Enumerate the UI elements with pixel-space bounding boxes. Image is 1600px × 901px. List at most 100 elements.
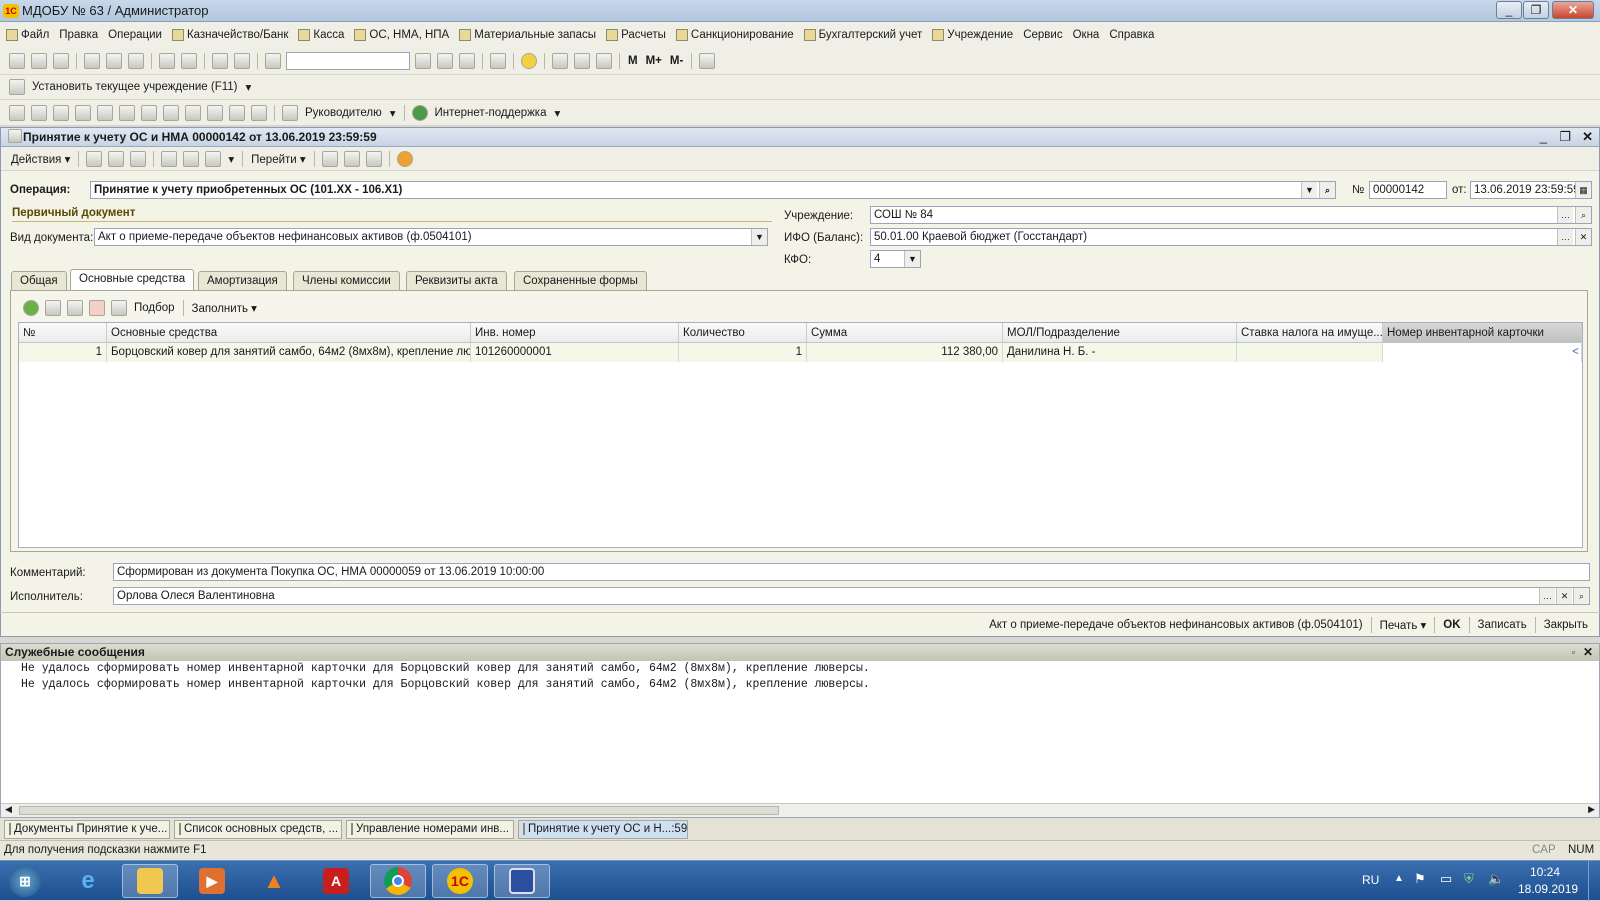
ok-button[interactable]: OK [1443, 619, 1460, 631]
column-header-sum[interactable]: Сумма [807, 323, 1003, 343]
internet-support-button[interactable]: Интернет-поддержка [435, 107, 547, 119]
copy-row-icon[interactable] [45, 300, 61, 316]
report-icon[interactable] [9, 104, 25, 121]
report-icon[interactable] [31, 104, 47, 121]
column-header-tax-rate[interactable]: Ставка налога на имуще... [1237, 323, 1383, 343]
print-doc-icon[interactable] [183, 150, 200, 167]
report-icon[interactable] [207, 104, 223, 121]
report-icon[interactable] [141, 104, 157, 121]
structure-icon[interactable] [161, 150, 178, 167]
ifo-field[interactable]: 50.01.00 Краевой бюджет (Госстандарт) … … [870, 228, 1592, 246]
cell-inventory-number[interactable]: 101260000001 [471, 343, 679, 362]
taskbar-ie[interactable]: e [60, 864, 116, 898]
column-header-inventory-number[interactable]: Инв. номер [471, 323, 679, 343]
menu-treasury[interactable]: Казначейство/Банк [171, 28, 288, 41]
help-icon[interactable] [396, 150, 413, 167]
actions-menu-button[interactable]: Действия ▾ [11, 152, 70, 166]
chevron-down-icon[interactable]: ▾ [246, 80, 252, 94]
clock-date[interactable]: 18.09.2019 [1518, 882, 1578, 896]
cell-quantity[interactable]: 1 [679, 343, 807, 362]
copy-icon[interactable] [106, 52, 122, 69]
menu-file[interactable]: Файл [6, 28, 49, 41]
cut-icon[interactable] [84, 52, 100, 69]
print-preview-icon[interactable] [181, 52, 197, 69]
report-icon[interactable] [229, 104, 245, 121]
column-header-number[interactable]: № [19, 323, 107, 343]
ledger-icon[interactable] [343, 150, 360, 167]
tab-saved-forms[interactable]: Сохраненные формы [514, 271, 647, 290]
operation-dropdown-button[interactable]: ▼ [1301, 182, 1317, 198]
manager-button[interactable]: Руководителю [305, 107, 382, 119]
search-input[interactable] [286, 51, 410, 70]
add-row-icon[interactable] [23, 300, 39, 316]
comment-field[interactable]: Сформирован из документа Покупка ОС, НМА… [113, 563, 1590, 581]
horizontal-scrollbar[interactable]: ◀ ▶ [1, 803, 1599, 817]
save-icon[interactable] [53, 52, 69, 69]
close-button[interactable]: Закрыть [1544, 619, 1588, 631]
document-date-field[interactable]: 13.06.2019 23:59:59 ▦ [1470, 181, 1592, 199]
tab-commission-members[interactable]: Члены комиссии [293, 271, 400, 290]
menu-cash[interactable]: Касса [298, 28, 344, 41]
menu-sanctioning[interactable]: Санкционирование [675, 28, 794, 41]
report-icon[interactable] [53, 104, 69, 121]
act-print-link[interactable]: Акт о приеме-передаче объектов нефинансо… [989, 619, 1363, 631]
scroll-right-icon[interactable]: ▶ [1588, 804, 1595, 815]
find-next-icon[interactable] [437, 52, 453, 69]
pin-icon[interactable]: ▫ [1572, 644, 1575, 661]
tab-fixed-assets[interactable]: Основные средства [70, 269, 195, 291]
edit-row-icon[interactable] [67, 300, 83, 316]
menu-institution[interactable]: Учреждение [932, 28, 1013, 41]
menu-materials[interactable]: Материальные запасы [459, 28, 596, 41]
cell-number[interactable]: 1 [19, 343, 107, 362]
institution-field[interactable]: СОШ № 84 … ⌕ [870, 206, 1592, 224]
memory-m-button[interactable]: M [628, 55, 638, 67]
taskbar-vlc[interactable]: ▲ [246, 864, 302, 898]
menu-fixed-assets[interactable]: ОС, НМА, НПА [354, 28, 449, 41]
find-prev-icon[interactable] [459, 52, 475, 69]
clear-icon[interactable]: ✕ [1575, 229, 1591, 245]
redo-icon[interactable] [234, 52, 250, 69]
taskbar-chrome[interactable] [370, 864, 426, 898]
start-button[interactable]: ⊞ [2, 864, 48, 898]
search-icon[interactable] [265, 52, 281, 69]
action-center-icon[interactable]: ⚑ [1414, 871, 1426, 887]
post-icon[interactable] [86, 150, 103, 167]
cell-inventory-card[interactable]: < [1383, 343, 1582, 362]
based-on-icon[interactable] [205, 150, 222, 167]
tab-general[interactable]: Общая [11, 271, 67, 290]
doc-type-field[interactable]: Акт о приеме-передаче объектов нефинансо… [94, 228, 768, 246]
menu-settlements[interactable]: Расчеты [606, 28, 666, 41]
column-header-quantity[interactable]: Количество [679, 323, 807, 343]
delete-row-icon[interactable] [89, 300, 105, 316]
show-desktop-button[interactable] [1588, 861, 1600, 901]
scrollbar-thumb[interactable] [19, 806, 779, 815]
tab-depreciation[interactable]: Амортизация [198, 271, 287, 290]
save-button[interactable]: Записать [1478, 619, 1527, 631]
print-menu-button[interactable]: Печать ▾ [1380, 618, 1427, 632]
language-indicator[interactable]: RU [1362, 873, 1379, 887]
close-messages-button[interactable]: ✕ [1583, 644, 1593, 661]
info-icon[interactable] [521, 52, 537, 69]
taskbar-media[interactable]: ▶ [184, 864, 240, 898]
taskbar-app[interactable] [494, 864, 550, 898]
menu-accounting[interactable]: Бухгалтерский учет [803, 28, 922, 41]
tools-icon[interactable] [699, 52, 716, 69]
list-icon[interactable] [365, 150, 382, 167]
column-header-inventory-card[interactable]: Номер инвентарной карточки [1383, 323, 1582, 343]
taskbar-1c[interactable]: 1С [432, 864, 488, 898]
taskbar-explorer[interactable] [122, 864, 178, 898]
new-icon[interactable] [9, 52, 25, 69]
window-tab-acceptance[interactable]: Принятие к учету ОС и Н...:59 [518, 819, 688, 839]
select-ellipsis-button[interactable]: … [1539, 588, 1555, 604]
calculator-icon[interactable] [552, 52, 568, 69]
clock-time[interactable]: 10:24 [1530, 865, 1560, 879]
entries-icon[interactable] [321, 150, 338, 167]
menu-help[interactable]: Справка [1109, 29, 1154, 41]
kfo-field[interactable]: 4 ▼ [870, 250, 921, 268]
cell-asset[interactable]: Борцовский ковер для занятий самбо, 64м2… [107, 343, 471, 362]
clear-search-icon[interactable] [415, 52, 431, 69]
calendar-icon[interactable] [574, 52, 590, 69]
menu-edit[interactable]: Правка [59, 29, 98, 41]
cell-tax-rate[interactable] [1237, 343, 1383, 362]
cell-sum[interactable]: 112 380,00 [807, 343, 1003, 362]
